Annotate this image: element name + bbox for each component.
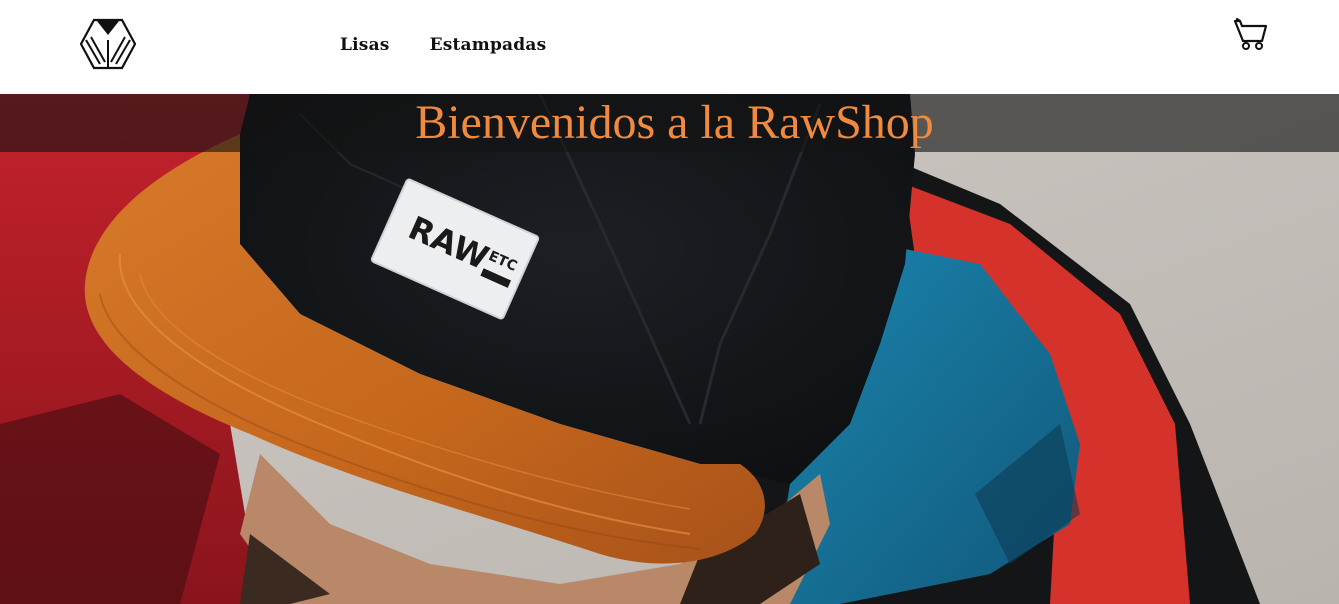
nav-link-lisas[interactable]: Lisas <box>340 35 390 55</box>
brand-logo-icon[interactable] <box>79 18 137 70</box>
hero-image: RAW ETC <box>0 94 1339 604</box>
welcome-banner: Bienvenidos a la RawShop <box>0 94 1339 152</box>
shopping-cart-icon[interactable] <box>1233 17 1269 51</box>
hero-section: RAW ETC Bienvenidos a la RawShop <box>0 94 1339 604</box>
hero-title: Bienvenidos a la RawShop <box>415 96 934 149</box>
main-nav: Lisas Estampadas <box>340 35 546 55</box>
top-navbar: Lisas Estampadas <box>0 0 1339 94</box>
nav-link-estampadas[interactable]: Estampadas <box>430 35 547 55</box>
